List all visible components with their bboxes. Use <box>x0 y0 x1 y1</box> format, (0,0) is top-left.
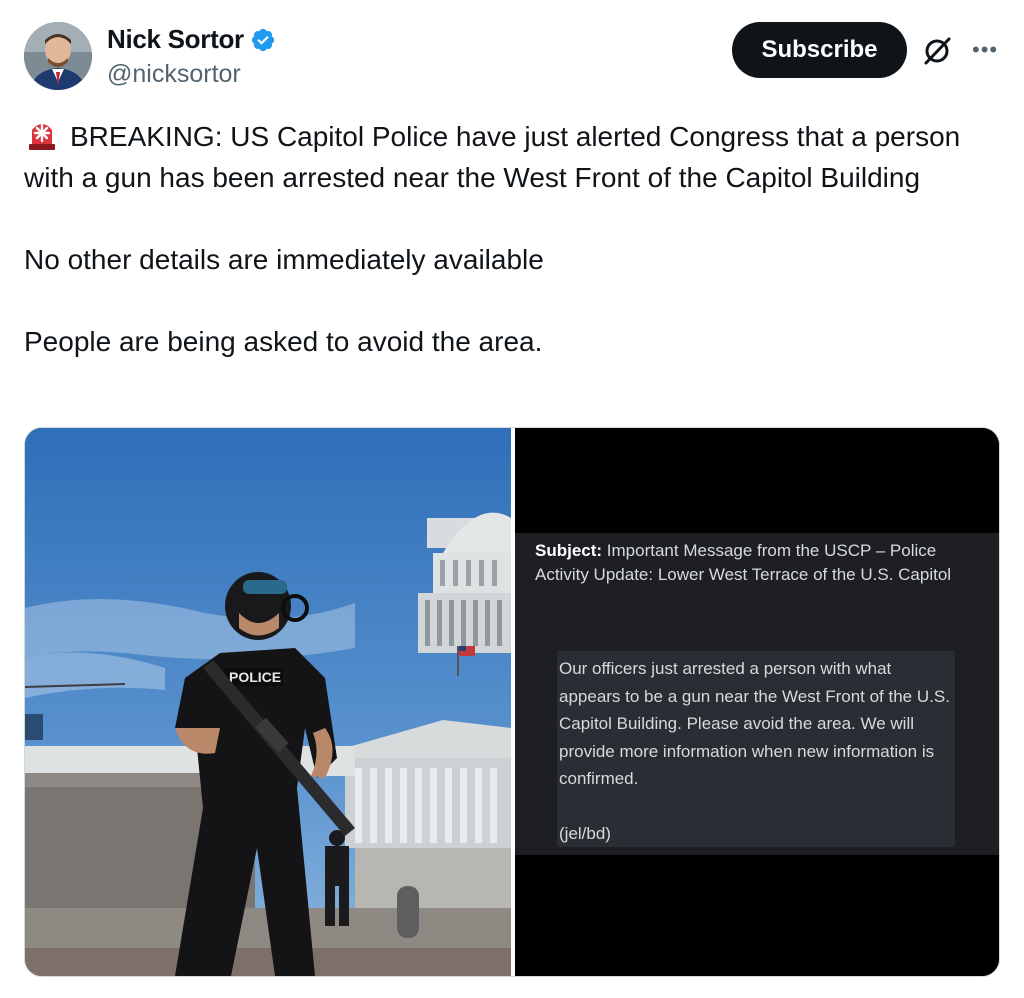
photo-capitol-officer[interactable]: POLICE <box>25 428 511 976</box>
email-subject-label: Subject: <box>535 541 603 560</box>
email-subject: Subject: Important Message from the USCP… <box>535 539 985 587</box>
vest-police-text: POLICE <box>229 669 281 685</box>
email-panel: Subject: Important Message from the USCP… <box>515 533 999 855</box>
photo-email-screenshot[interactable]: Subject: Important Message from the USCP… <box>515 428 999 976</box>
verified-badge-icon[interactable] <box>250 27 276 53</box>
email-body-text: Our officers just arrested a person with… <box>559 659 950 788</box>
avatar-image <box>24 22 92 90</box>
rotating-light-icon <box>24 116 60 152</box>
tweet-media[interactable]: POLICE Subject: Important Message from t… <box>24 427 1000 977</box>
tweet-line-2: No other details are immediately availab… <box>24 244 544 275</box>
tweet-paragraph-1: BREAKING: US Capitol Police have just al… <box>24 116 1004 198</box>
email-body: Our officers just arrested a person with… <box>557 651 955 847</box>
tweet-text: BREAKING: US Capitol Police have just al… <box>24 116 1004 362</box>
email-signature: (jel/bd) <box>559 823 611 843</box>
more-options-icon[interactable]: ••• <box>972 38 1000 62</box>
author-display-name[interactable]: Nick Sortor <box>107 24 244 55</box>
author-handle[interactable]: @nicksortor <box>107 60 241 89</box>
author-name-row[interactable]: Nick Sortor <box>107 24 276 55</box>
tweet-line-1: BREAKING: US Capitol Police have just al… <box>24 121 961 193</box>
avatar[interactable] <box>24 22 92 90</box>
tweet-line-3: People are being asked to avoid the area… <box>24 326 543 357</box>
grok-icon[interactable] <box>920 34 954 68</box>
subscribe-button[interactable]: Subscribe <box>732 22 907 78</box>
